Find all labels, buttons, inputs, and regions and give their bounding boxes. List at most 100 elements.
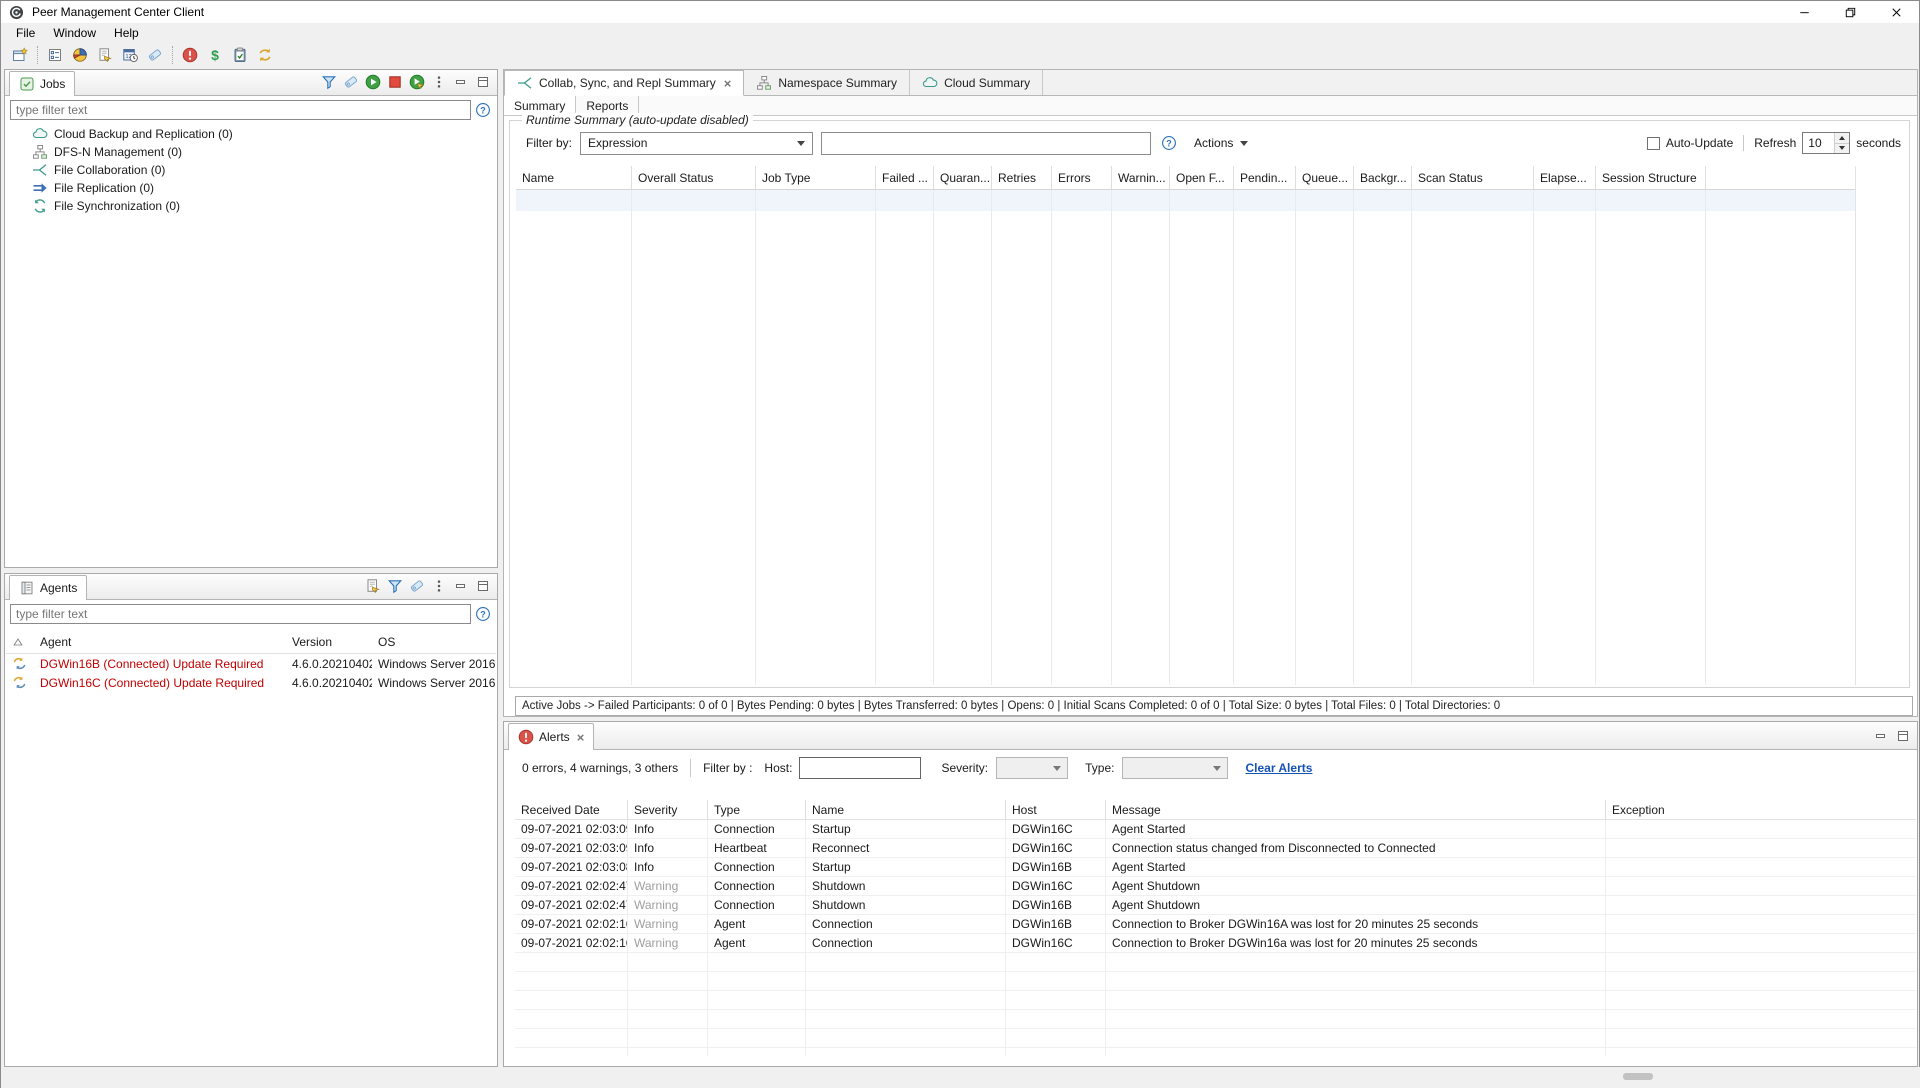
summary-column-header[interactable]: Job Type [756,166,876,189]
agents-column-header[interactable]: Agent [34,630,286,653]
alerts-column-header[interactable]: Host [1006,800,1106,819]
host-filter-input[interactable] [799,757,921,779]
summary-column-header[interactable]: Pendin... [1234,166,1296,189]
alert-icon[interactable] [179,44,201,66]
summary-column-header[interactable]: Scan Status [1412,166,1534,189]
alerts-column-header[interactable]: Name [806,800,1006,819]
summary-filter-help-icon[interactable]: ? [1161,135,1178,152]
jobs-tree-item[interactable]: DFS-N Management (0) [5,143,497,161]
alerts-maximize-icon[interactable] [1893,726,1913,746]
summary-column-header[interactable]: Elapse... [1534,166,1596,189]
alerts-column-header[interactable]: Severity [628,800,708,819]
tab-jobs[interactable]: Jobs [9,71,75,96]
alerts-column-header[interactable]: Message [1106,800,1606,819]
new-job-icon[interactable] [9,44,31,66]
agents-view-menu-icon[interactable] [429,576,449,596]
filter-expression-input[interactable] [821,132,1151,155]
summary-column-header[interactable]: Overall Status [632,166,756,189]
agents-maximize-icon[interactable] [473,576,493,596]
agents-minimize-icon[interactable] [451,576,471,596]
agents-column-header[interactable]: Version [286,630,372,653]
summary-column-header[interactable]: Errors [1052,166,1112,189]
window-restore-button[interactable] [1827,1,1873,23]
alerts-row[interactable]: 09-07-2021 02:02:47WarningConnectionShut… [515,896,1916,915]
summary-column-header[interactable]: Queue... [1296,166,1354,189]
summary-column-header[interactable]: Warnin... [1112,166,1170,189]
severity-select[interactable] [996,757,1068,779]
alerts-cell [806,1029,1006,1047]
jobs-start-with-options-icon[interactable] [407,72,427,92]
editor-tab[interactable]: Cloud Summary [910,70,1043,95]
alerts-cell [1606,953,1916,971]
jobs-stop-icon[interactable] [385,72,405,92]
summary-column-header[interactable]: Open F... [1170,166,1234,189]
alerts-column-header[interactable]: Received Date [515,800,628,819]
jobs-tree-item[interactable]: File Replication (0) [5,179,497,197]
refresh-spinner[interactable]: 10 [1802,132,1850,154]
spinner-up-button[interactable] [1835,133,1849,144]
alerts-column-header[interactable]: Exception [1606,800,1916,819]
jobs-view-menu-icon[interactable] [429,72,449,92]
window-minimize-button[interactable] [1781,1,1827,23]
alerts-row[interactable]: 09-07-2021 02:03:09InfoHeartbeatReconnec… [515,839,1916,858]
menu-help[interactable]: Help [105,23,148,42]
alerts-row[interactable]: 09-07-2021 02:03:08InfoConnectionStartup… [515,858,1916,877]
filter-mode-select[interactable]: Expression [580,132,813,155]
schedule-icon[interactable]: 12 [119,44,141,66]
editor-tab[interactable]: Collab, Sync, and Repl Summary× [504,70,744,96]
tab-alerts[interactable]: Alerts × [508,723,594,750]
refresh-icon[interactable] [254,44,276,66]
jobs-minimize-icon[interactable] [451,72,471,92]
agents-filter-icon[interactable] [385,576,405,596]
clear-alerts-link[interactable]: Clear Alerts [1245,761,1312,775]
actions-menu-button[interactable]: Actions [1190,136,1252,150]
pie-chart-icon[interactable] [69,44,91,66]
menu-window[interactable]: Window [44,23,105,42]
jobs-start-icon[interactable] [363,72,383,92]
agents-filter-help-icon[interactable]: ? [475,606,492,623]
agents-column-header[interactable]: OS [372,630,496,653]
jobs-tag-icon[interactable] [341,72,361,92]
auto-update-checkbox[interactable] [1647,137,1660,150]
alerts-row[interactable]: 09-07-2021 02:02:47WarningConnectionShut… [515,877,1916,896]
jobs-tree-item[interactable]: Cloud Backup and Replication (0) [5,125,497,143]
summary-column-header[interactable]: Retries [992,166,1052,189]
alerts-cell: Shutdown [806,877,1006,895]
clipboard-check-icon[interactable] [229,44,251,66]
alerts-row[interactable]: 09-07-2021 02:02:16WarningAgentConnectio… [515,934,1916,953]
alerts-column-header[interactable]: Type [708,800,806,819]
jobs-filter-icon[interactable] [319,72,339,92]
horizontal-scrollbar-thumb[interactable] [1623,1073,1653,1080]
jobs-filter-help-icon[interactable]: ? [475,102,492,119]
install-icon[interactable] [94,44,116,66]
summary-column-header[interactable]: Session Structure [1596,166,1706,189]
agents-install-icon[interactable] [363,576,383,596]
alerts-row[interactable]: 09-07-2021 02:03:09InfoConnectionStartup… [515,820,1916,839]
tab-agents[interactable]: Agents [9,575,87,600]
summary-column-header[interactable]: Failed ... [876,166,934,189]
jobs-tree-item[interactable]: File Collaboration (0) [5,161,497,179]
agents-tag-icon[interactable] [407,576,427,596]
agents-row[interactable]: DGWin16B (Connected) Update Required4.6.… [6,654,496,673]
jobs-filter-input[interactable] [10,100,471,120]
tag-icon[interactable] [144,44,166,66]
summary-column-header[interactable]: Name [516,166,632,189]
agents-row[interactable]: DGWin16C (Connected) Update Required4.6.… [6,673,496,692]
agents-sort-header[interactable] [6,630,34,653]
jobs-tree-item[interactable]: File Synchronization (0) [5,197,497,215]
alerts-row[interactable]: 09-07-2021 02:02:16WarningAgentConnectio… [515,915,1916,934]
alerts-minimize-icon[interactable] [1871,726,1891,746]
summary-column-header[interactable]: Backgr... [1354,166,1412,189]
summary-column-header[interactable]: Quaran... [934,166,992,189]
window-close-button[interactable] [1873,1,1919,23]
type-select[interactable] [1122,757,1228,779]
agents-filter-input[interactable] [10,604,471,624]
close-tab-icon[interactable]: × [577,730,585,745]
editor-tab[interactable]: Namespace Summary [744,70,910,95]
jobs-maximize-icon[interactable] [473,72,493,92]
close-tab-icon[interactable]: × [724,76,732,91]
dollar-icon[interactable]: $ [204,44,226,66]
spinner-down-button[interactable] [1835,144,1849,154]
view-list-icon[interactable] [44,44,66,66]
menu-file[interactable]: File [7,23,44,42]
